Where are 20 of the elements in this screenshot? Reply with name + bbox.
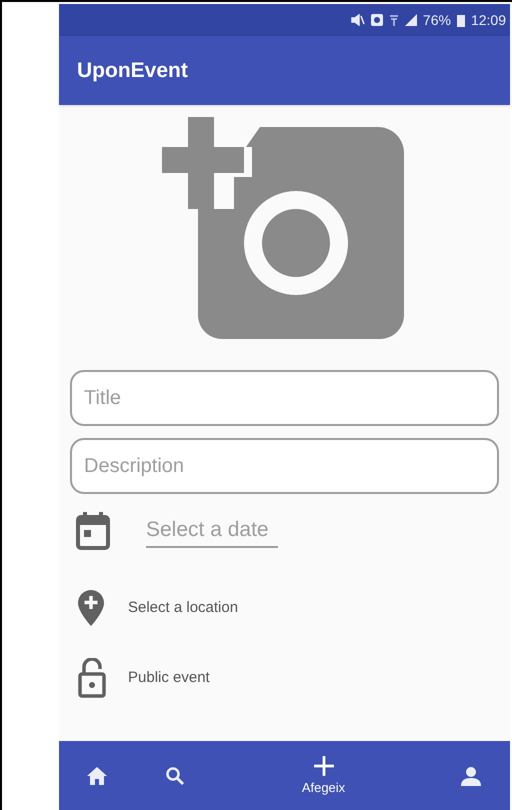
calendar-icon[interactable]	[76, 512, 110, 550]
clock: 12:09	[470, 10, 506, 30]
mute-icon	[350, 14, 365, 26]
alarm-icon	[370, 14, 383, 26]
unlocked-padlock-icon[interactable]	[78, 658, 106, 698]
signal-icon	[404, 14, 417, 26]
search-icon	[165, 766, 185, 786]
home-icon	[86, 766, 106, 786]
battery-icon	[456, 14, 465, 26]
date-field[interactable]: Select a date	[146, 514, 278, 548]
visibility-label[interactable]: Public event	[128, 666, 210, 690]
battery-percentage: 76%	[422, 10, 451, 30]
app-title: UponEvent	[77, 58, 188, 84]
location-pin-icon[interactable]	[78, 590, 104, 626]
person-icon	[460, 766, 480, 786]
title-field[interactable]: Title	[70, 370, 499, 426]
nav-tab[interactable]: Afegeix	[216, 741, 431, 810]
description-field[interactable]: Description	[70, 438, 499, 494]
location-label[interactable]: Select a location	[128, 596, 238, 620]
plus-icon	[312, 754, 334, 776]
